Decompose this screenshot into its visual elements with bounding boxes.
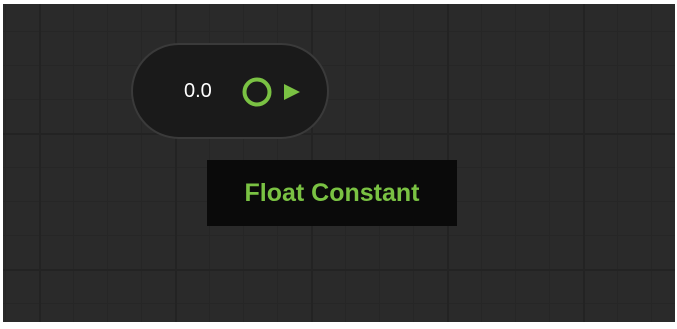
node-graph-canvas[interactable]: 0.0 Float Constant — [3, 4, 675, 322]
node-tooltip: Float Constant — [207, 160, 457, 226]
float-constant-node[interactable]: 0.0 — [131, 43, 329, 139]
tooltip-label: Float Constant — [244, 178, 420, 207]
node-value-label: 0.0 — [184, 80, 212, 102]
output-port-icon[interactable] — [241, 76, 305, 108]
